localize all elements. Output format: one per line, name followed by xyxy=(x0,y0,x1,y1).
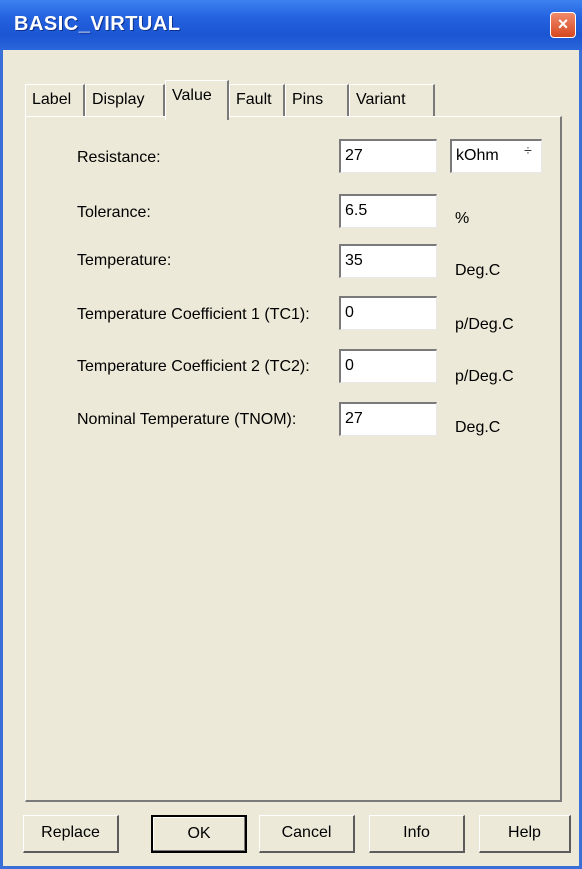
tolerance-label: Tolerance: xyxy=(77,204,151,221)
temperature-unit: Deg.C xyxy=(455,262,501,279)
window-title: BASIC_VIRTUAL xyxy=(14,13,181,35)
tolerance-unit: % xyxy=(455,210,470,227)
tolerance-input[interactable]: 6.5 xyxy=(339,194,437,228)
tc1-label: Temperature Coefficient 1 (TC1): xyxy=(77,306,310,323)
dialog-window: BASIC_VIRTUAL × Label Display Value Faul… xyxy=(0,0,582,869)
tab-fault[interactable]: Fault xyxy=(229,84,285,116)
tc1-unit: p/Deg.C xyxy=(455,316,514,333)
resistance-unit-value: kOhm xyxy=(456,147,499,164)
tab-variant[interactable]: Variant xyxy=(349,84,435,116)
unit-spinner-icon[interactable]: ÷ xyxy=(518,143,538,169)
cancel-button[interactable]: Cancel xyxy=(259,815,355,853)
tnom-label: Nominal Temperature (TNOM): xyxy=(77,411,297,428)
tab-pins[interactable]: Pins xyxy=(285,84,349,116)
tab-value[interactable]: Value xyxy=(165,80,229,120)
ok-button[interactable]: OK xyxy=(151,815,247,853)
temperature-label: Temperature: xyxy=(77,252,172,269)
tab-display[interactable]: Display xyxy=(85,84,165,116)
replace-button[interactable]: Replace xyxy=(23,815,119,853)
help-button[interactable]: Help xyxy=(479,815,571,853)
tnom-input[interactable]: 27 xyxy=(339,402,437,436)
resistance-label: Resistance: xyxy=(77,149,161,166)
resistance-input[interactable]: 27 xyxy=(339,139,437,173)
tab-label[interactable]: Label xyxy=(25,84,85,116)
tc2-label: Temperature Coefficient 2 (TC2): xyxy=(77,358,310,375)
close-icon[interactable]: × xyxy=(550,12,576,38)
tc2-input[interactable]: 0 xyxy=(339,349,437,383)
tc2-unit: p/Deg.C xyxy=(455,368,514,385)
title-bar[interactable]: BASIC_VIRTUAL × xyxy=(0,0,582,50)
tnom-unit: Deg.C xyxy=(455,419,501,436)
info-button[interactable]: Info xyxy=(369,815,465,853)
resistance-unit-select[interactable]: kOhm ÷ xyxy=(450,139,542,173)
temperature-input[interactable]: 35 xyxy=(339,244,437,278)
tc1-input[interactable]: 0 xyxy=(339,296,437,330)
